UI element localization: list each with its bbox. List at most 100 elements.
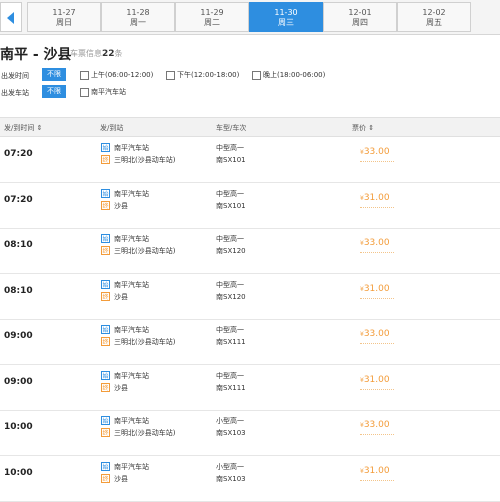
- departure-tag: 始: [101, 325, 110, 334]
- departure-time: 10:00: [4, 467, 33, 478]
- arrival-tag: 终: [101, 337, 110, 346]
- ticket-price: ¥33.00: [360, 329, 390, 339]
- table-row[interactable]: 08:10 始南平汽车站终沙县 中型高一 南SX120 ¥31.00: [0, 274, 500, 320]
- table-row[interactable]: 10:00 始南平汽车站终三明北(沙县动车站) 小型高一 南SX103 ¥33.00: [0, 410, 500, 456]
- weekday-label: 周三: [278, 18, 294, 27]
- time-all-button[interactable]: 不限: [42, 68, 66, 81]
- arrival-station: 三明北(沙县动车站): [114, 156, 176, 164]
- arrival-tag: 终: [101, 428, 110, 437]
- price-underline: [360, 388, 394, 390]
- date-tab-3-selected[interactable]: 11-30 周三: [249, 2, 323, 32]
- price-value: 33.00: [363, 329, 390, 339]
- date-tab-1[interactable]: 11-28 周一: [101, 2, 175, 32]
- ticket-price: ¥31.00: [360, 284, 390, 294]
- departure-time: 10:00: [4, 422, 33, 432]
- bus-number: 南SX101: [216, 156, 246, 164]
- arrival-station: 三明北(沙县动车站): [114, 429, 176, 437]
- bus-number: 南SX120: [216, 247, 246, 255]
- departure-station: 南平汽车站: [114, 462, 149, 471]
- departure-station-filter: 出发车站 不限 南平汽车站: [0, 85, 500, 99]
- departure-tag: 始: [101, 461, 110, 471]
- departure-time: 08:10: [4, 240, 33, 250]
- table-row[interactable]: 10:00 始南平汽车站终沙县 小型高一 南SX103 ¥31.00: [0, 456, 500, 502]
- arrival-station: 沙县: [114, 383, 128, 392]
- bus-number: 南SX111: [216, 383, 246, 392]
- filter-label: 出发时间: [1, 72, 29, 80]
- price-value: 31.00: [363, 374, 390, 385]
- arrival-station: 沙县: [114, 292, 128, 301]
- summary-suffix: 条: [114, 49, 123, 58]
- departure-tag: 始: [101, 234, 110, 243]
- result-count: 22: [102, 49, 115, 59]
- checkbox[interactable]: [80, 70, 89, 80]
- departure-time: 08:10: [4, 285, 33, 296]
- arrival-station: 三明北(沙县动车站): [114, 338, 176, 346]
- table-row[interactable]: 09:00 始南平汽车站终三明北(沙县动车站) 中型高一 南SX111 ¥33.00: [0, 319, 500, 365]
- route-title: 南平 - 沙县: [0, 47, 72, 63]
- table-row[interactable]: 08:10 始南平汽车站终三明北(沙县动车站) 中型高一 南SX120 ¥33.00: [0, 228, 500, 274]
- time-afternoon-option[interactable]: 下午(12:00-18:00): [166, 70, 239, 80]
- table-row[interactable]: 07:20 始南平汽车站终三明北(沙县动车站) 中型高一 南SX101 ¥33.00: [0, 137, 500, 183]
- option-label: 上午(06:00-12:00): [91, 71, 154, 79]
- checkbox[interactable]: [166, 70, 175, 80]
- departure-station: 南平汽车站: [114, 326, 149, 334]
- departure-time: 09:00: [4, 331, 33, 341]
- price-underline: [360, 252, 394, 253]
- departure-tag: 始: [101, 370, 110, 380]
- date-label: 11-28: [126, 8, 150, 17]
- departure-tag: 始: [101, 279, 110, 289]
- ticket-price: ¥31.00: [360, 193, 390, 203]
- vehicle-type: 小型高一: [216, 462, 244, 471]
- time-evening-option[interactable]: 晚上(18:00-06:00): [252, 70, 325, 80]
- option-label: 下午(12:00-18:00): [177, 71, 240, 79]
- chevron-left-icon: [7, 12, 14, 24]
- price-value: 31.00: [363, 465, 390, 476]
- date-tab-4[interactable]: 12-01 周四: [323, 2, 397, 32]
- price-underline: [360, 343, 394, 344]
- station-option[interactable]: 南平汽车站: [80, 87, 126, 97]
- prev-dates-button[interactable]: [0, 2, 22, 32]
- checkbox[interactable]: [252, 70, 261, 80]
- price-underline: [360, 206, 394, 208]
- checkbox[interactable]: [80, 87, 89, 97]
- date-tab-0[interactable]: 11-27 周日: [27, 2, 101, 32]
- departure-time: 07:20: [4, 194, 33, 205]
- station-all-button[interactable]: 不限: [42, 85, 66, 98]
- date-bar: 11-27 周日 11-28 周一 11-29 周二 11-30 周三 12-0…: [0, 0, 500, 35]
- time-morning-option[interactable]: 上午(06:00-12:00): [80, 70, 153, 80]
- departure-time-filter: 出发时间 不限 上午(06:00-12:00) 下午(12:00-18:00) …: [0, 68, 500, 82]
- table-row[interactable]: 07:20 始南平汽车站终沙县 中型高一 南SX101 ¥31.00: [0, 183, 500, 229]
- bus-number: 南SX120: [216, 292, 246, 301]
- departure-tag: 始: [101, 143, 110, 152]
- departure-station: 南平汽车站: [114, 417, 149, 425]
- departure-tag: 始: [101, 188, 110, 198]
- weekday-label: 周四: [352, 18, 368, 27]
- ticket-price: ¥33.00: [360, 420, 390, 430]
- date-label: 12-02: [422, 8, 446, 17]
- ticket-price: ¥31.00: [360, 466, 390, 476]
- weekday-label: 周一: [130, 18, 146, 27]
- option-label: 南平汽车站: [91, 88, 126, 96]
- bus-number: 南SX101: [216, 201, 246, 210]
- departure-station: 南平汽车站: [114, 189, 149, 198]
- departure-station: 南平汽车站: [114, 235, 149, 243]
- sort-by-price-header[interactable]: 票价 ⇕: [352, 123, 374, 133]
- departure-tag: 始: [101, 416, 110, 425]
- arrival-station: 沙县: [114, 474, 128, 483]
- departure-time: 09:00: [4, 376, 33, 387]
- sort-by-time-header[interactable]: 发/到时间 ⇕: [4, 123, 42, 133]
- date-label: 11-30: [274, 8, 298, 17]
- price-value: 31.00: [363, 283, 390, 294]
- date-tab-5[interactable]: 12-02 周五: [397, 2, 471, 32]
- weekday-label: 周二: [204, 18, 220, 27]
- arrival-tag: 终: [101, 382, 110, 392]
- weekday-label: 周日: [56, 18, 72, 27]
- vehicle-type: 中型高一: [216, 280, 244, 289]
- date-label: 12-01: [348, 8, 372, 17]
- vehicle-header: 车型/车次: [216, 124, 247, 132]
- date-tab-2[interactable]: 11-29 周二: [175, 2, 249, 32]
- date-label: 11-29: [200, 8, 224, 17]
- summary-prefix: 车票信息: [70, 49, 102, 58]
- stations-header: 发/到站: [100, 124, 124, 132]
- table-row[interactable]: 09:00 始南平汽车站终沙县 中型高一 南SX111 ¥31.00: [0, 365, 500, 411]
